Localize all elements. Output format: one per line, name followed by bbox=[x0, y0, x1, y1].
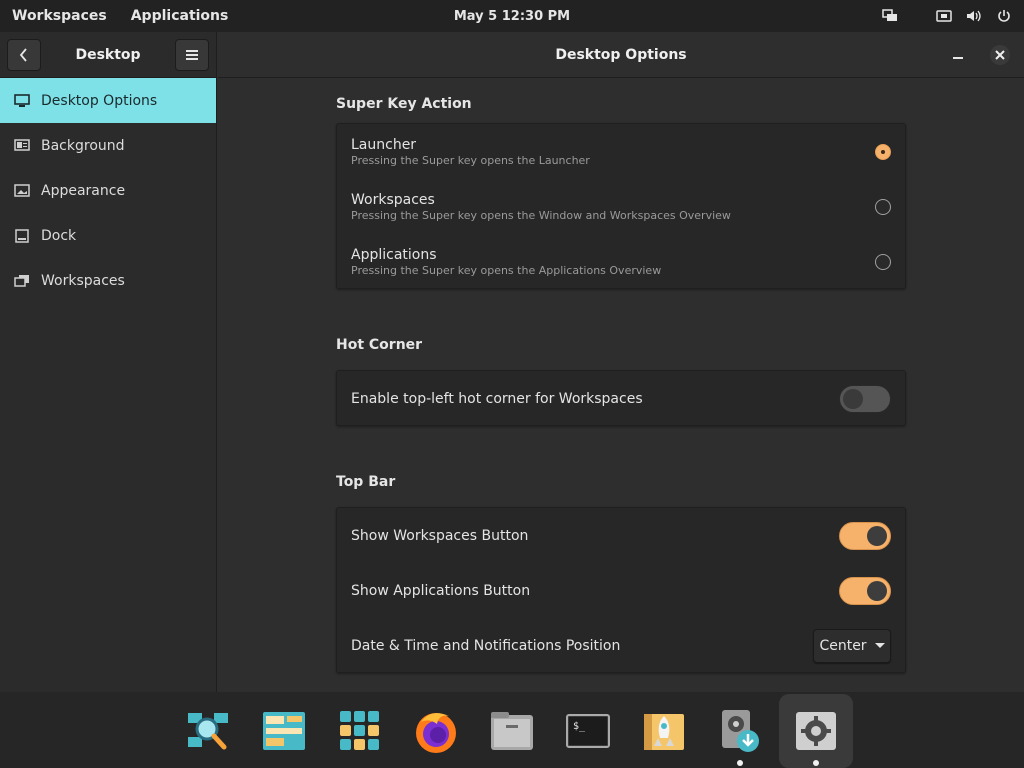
top-bar-card: Show Workspaces Button Show Applications… bbox=[336, 507, 906, 673]
settings-window: Desktop Desktop Options Background Appea… bbox=[0, 32, 1024, 692]
app-grid-icon[interactable] bbox=[323, 694, 397, 768]
workspaces-button-toggle[interactable] bbox=[839, 521, 891, 550]
monitor-icon bbox=[14, 93, 30, 108]
hot-corner-toggle[interactable] bbox=[839, 384, 891, 413]
position-dropdown[interactable]: Center bbox=[813, 628, 891, 663]
top-bar-section-title: Top Bar bbox=[336, 474, 396, 490]
option-description: Pressing the Super key opens the Launche… bbox=[351, 153, 590, 167]
close-button[interactable] bbox=[990, 45, 1010, 65]
sidebar-item-workspaces[interactable]: Workspaces bbox=[0, 258, 216, 303]
dock: $_ bbox=[0, 692, 1024, 768]
hot-corner-row: Enable top-left hot corner for Workspace… bbox=[337, 371, 905, 426]
sidebar-item-label: Dock bbox=[41, 227, 77, 244]
sidebar-item-label: Background bbox=[41, 137, 125, 154]
super-key-option-launcher[interactable]: Launcher Pressing the Super key opens th… bbox=[337, 124, 905, 179]
sidebar-list: Desktop Options Background Appearance Do… bbox=[0, 78, 216, 303]
files-layout-app-icon[interactable] bbox=[247, 694, 321, 768]
workspaces-icon bbox=[14, 274, 30, 288]
toggle-knob bbox=[867, 525, 887, 546]
main-panel: Desktop Options Super Key Action Launche… bbox=[218, 32, 1024, 692]
applications-button-toggle[interactable] bbox=[839, 576, 891, 605]
sidebar-item-desktop-options[interactable]: Desktop Options bbox=[0, 78, 216, 123]
firefox-icon[interactable] bbox=[399, 694, 473, 768]
settings-app-icon[interactable] bbox=[779, 694, 853, 768]
running-indicator bbox=[813, 760, 819, 766]
search-app-icon[interactable] bbox=[171, 694, 245, 768]
terminal-icon[interactable]: $_ bbox=[551, 694, 625, 768]
sidebar-item-dock[interactable]: Dock bbox=[0, 213, 216, 258]
option-label: Launcher bbox=[351, 136, 417, 153]
super-key-option-applications[interactable]: Applications Pressing the Super key open… bbox=[337, 234, 905, 289]
super-key-card: Launcher Pressing the Super key opens th… bbox=[336, 123, 906, 289]
toggle-knob bbox=[867, 580, 887, 601]
applications-radio[interactable] bbox=[875, 253, 891, 270]
workspaces-button-label: Show Workspaces Button bbox=[351, 527, 529, 544]
option-label: Applications bbox=[351, 246, 437, 263]
dock-icon bbox=[14, 228, 30, 243]
page-title: Desktop Options bbox=[555, 46, 687, 63]
option-description: Pressing the Super key opens the Applica… bbox=[351, 263, 662, 277]
sidebar: Desktop Desktop Options Background Appea… bbox=[0, 32, 217, 692]
option-label: Workspaces bbox=[351, 191, 435, 208]
chevron-down-icon bbox=[874, 643, 885, 648]
toggle-knob bbox=[843, 388, 863, 409]
appearance-icon bbox=[14, 183, 30, 198]
top-bar: Workspaces Applications May 5 12:30 PM bbox=[0, 0, 1024, 32]
workspaces-button[interactable]: Workspaces bbox=[12, 8, 107, 24]
installer-app-icon[interactable] bbox=[703, 694, 777, 768]
main-header: Desktop Options bbox=[218, 32, 1024, 78]
position-row: Date & Time and Notifications Position C… bbox=[337, 618, 905, 673]
super-key-option-workspaces[interactable]: Workspaces Pressing the Super key opens … bbox=[337, 179, 905, 234]
hamburger-icon bbox=[186, 49, 198, 60]
super-key-section-title: Super Key Action bbox=[336, 96, 472, 112]
sidebar-item-background[interactable]: Background bbox=[0, 123, 216, 168]
applications-button-label: Show Applications Button bbox=[351, 582, 531, 599]
launcher-radio[interactable] bbox=[875, 143, 891, 160]
datetime-indicator[interactable]: May 5 12:30 PM bbox=[454, 9, 570, 24]
sidebar-title: Desktop bbox=[75, 46, 141, 63]
launch-app-icon[interactable] bbox=[627, 694, 701, 768]
background-icon bbox=[14, 138, 30, 153]
sidebar-header: Desktop bbox=[0, 32, 216, 78]
minimize-icon bbox=[953, 57, 963, 59]
back-button[interactable] bbox=[7, 38, 41, 71]
position-label: Date & Time and Notifications Position bbox=[351, 637, 621, 654]
close-icon bbox=[995, 50, 1005, 60]
settings-content: Super Key Action Launcher Pressing the S… bbox=[336, 78, 906, 673]
sidebar-item-label: Appearance bbox=[41, 182, 126, 199]
applications-button[interactable]: Applications bbox=[131, 8, 229, 24]
workspaces-button-row: Show Workspaces Button bbox=[337, 508, 905, 563]
hot-corner-section-title: Hot Corner bbox=[336, 337, 423, 353]
sidebar-item-label: Desktop Options bbox=[41, 92, 158, 109]
menu-button[interactable] bbox=[175, 38, 209, 71]
display-icon[interactable] bbox=[882, 8, 898, 24]
applications-button-row: Show Applications Button bbox=[337, 563, 905, 618]
power-icon[interactable] bbox=[996, 8, 1012, 24]
chevron-left-icon bbox=[19, 47, 27, 62]
network-icon[interactable] bbox=[936, 8, 952, 24]
svg-text:$_: $_ bbox=[573, 721, 586, 732]
sidebar-item-label: Workspaces bbox=[41, 272, 125, 289]
minimize-button[interactable] bbox=[948, 45, 968, 65]
volume-icon[interactable] bbox=[966, 8, 982, 24]
running-indicator bbox=[737, 760, 743, 766]
workspaces-radio[interactable] bbox=[875, 198, 891, 215]
dropdown-value: Center bbox=[819, 637, 867, 654]
hot-corner-card: Enable top-left hot corner for Workspace… bbox=[336, 370, 906, 426]
file-manager-icon[interactable] bbox=[475, 694, 549, 768]
option-description: Pressing the Super key opens the Window … bbox=[351, 208, 731, 222]
sidebar-item-appearance[interactable]: Appearance bbox=[0, 168, 216, 213]
hot-corner-label: Enable top-left hot corner for Workspace… bbox=[351, 390, 643, 407]
